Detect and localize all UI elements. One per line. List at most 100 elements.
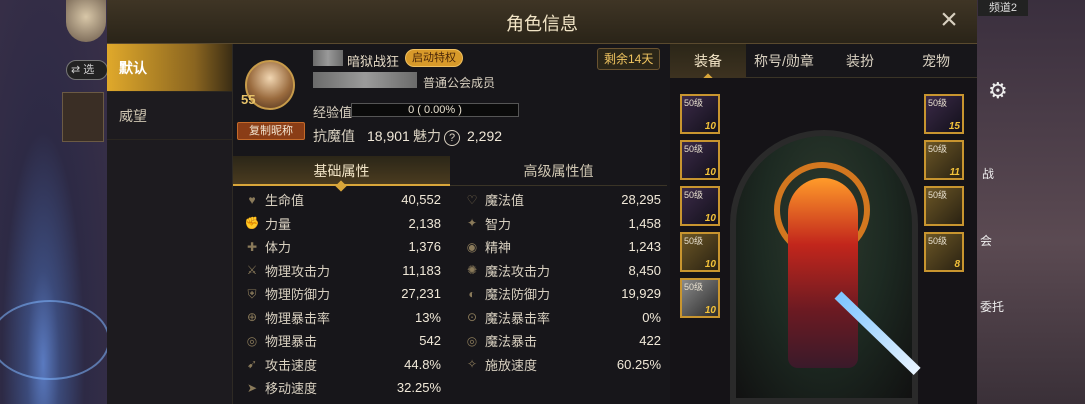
stats-panel: ♥ 生命值 40,552 ✊ 力量 2,138 ✚ 体力 1,376 ⚔ 物理攻击力 11,18… [233,186,667,404]
intelligence-icon: ✦ [466,216,478,231]
resist-label: 抗魔值 [313,128,355,144]
magic-circle [0,300,110,380]
stat-row: ✺ 魔法攻击力 8,450 [453,259,667,283]
help-icon[interactable]: ? [444,130,460,146]
stat-value: 1,243 [628,239,661,255]
nav-item-prestige[interactable]: 威望 [107,92,232,140]
switch-chip[interactable]: ⇄ 选 [66,60,108,80]
charm-value: 2,292 [467,128,503,144]
magic-crit-icon: ◎ [466,333,478,348]
slot-enhance: 10 [704,121,716,132]
stat-label: 生命值 [265,193,305,209]
mana-heart-icon: ♡ [466,192,478,207]
side-book-icon[interactable] [62,92,104,142]
nav-item-default[interactable]: 默认 [107,44,232,92]
stat-row: ⊙ 魔法暴击率 0% [453,306,667,330]
stats-left-column: ♥ 生命值 40,552 ✊ 力量 2,138 ✚ 体力 1,376 ⚔ 物理攻击力 11,18… [233,188,447,400]
right-tag-commission[interactable]: 委托 [980,298,1004,315]
equip-slot-right-1[interactable]: 50级 15 [924,94,964,134]
stat-value: 60.25% [616,356,661,372]
tab-equipment[interactable]: 装备 [670,44,746,85]
tab-basic-stats[interactable]: 基础属性 [233,156,450,192]
copy-name-button[interactable]: 复制昵称 [237,122,305,140]
slot-enhance: 10 [704,213,716,224]
magic-crit-rate-icon: ⊙ [466,310,478,325]
slot-level: 50级 [928,236,948,246]
slot-enhance: 10 [704,305,716,316]
stat-row: ✦ 智力 1,458 [453,212,667,236]
stat-value: 13% [414,309,441,325]
stat-label: 物理防御力 [265,287,331,303]
stat-value: 2,138 [408,215,441,231]
modal-title: 角色信息 [506,14,578,34]
right-scene [973,0,1085,404]
stat-row: ♥ 生命值 40,552 [233,188,447,212]
tab-advanced-stats[interactable]: 高级属性值 [450,156,667,186]
slot-level: 50级 [928,144,948,154]
vitality-icon: ✚ [246,239,258,254]
left-nav: 默认 威望 [107,44,233,404]
crit-rate-icon: ⊕ [246,310,258,325]
stat-value: 32.25% [396,380,441,396]
tab-costume[interactable]: 装扮 [822,44,898,78]
slot-level: 50级 [684,236,704,246]
player-portrait-topleft[interactable] [66,0,106,42]
slot-enhance: 11 [949,167,960,178]
stats-right-column: ♡ 魔法值 28,295 ✦ 智力 1,458 ◉ 精神 1,243 ✺ 魔法攻击力 8,450… [453,188,667,376]
crit-icon: ◎ [246,333,258,348]
tab-titles[interactable]: 称号/勋章 [746,44,822,78]
stat-tabs: 基础属性 高级属性值 [233,156,667,192]
stat-row: ◉ 精神 1,243 [453,235,667,259]
privilege-badge[interactable]: 启动特权 [405,49,463,67]
right-tag-guild[interactable]: 会 [980,232,992,249]
guild-redacted [313,72,417,88]
resist-value: 18,901 [367,128,410,144]
slot-level: 50级 [928,98,948,108]
stat-value: 422 [639,333,661,349]
gear-icon[interactable]: ⚙ [988,78,1008,104]
move-speed-icon: ➤ [246,380,258,395]
stat-row: ◎ 物理暴击 542 [233,329,447,353]
equip-slot-right-4[interactable]: 50级 8 [924,232,964,272]
close-icon[interactable]: × [935,5,963,35]
name-redacted [313,50,343,66]
equip-slot-right-2[interactable]: 50级 11 [924,140,964,180]
stat-label: 魔法值 [485,193,525,209]
equip-slot-right-3[interactable]: 50级 [924,186,964,226]
stat-row: ➤ 移动速度 32.25% [233,376,447,400]
stat-label: 魔法暴击率 [485,310,551,326]
charm-row: 魅力? 2,292 [413,126,502,146]
stat-label: 力量 [265,216,292,232]
stat-value: 28,295 [621,192,661,208]
stat-label: 攻击速度 [265,357,318,373]
slot-enhance: 8 [954,259,960,270]
stat-row: ✧ 施放速度 60.25% [453,353,667,377]
sword-icon: ⚔ [246,263,258,278]
equip-slot-left-5[interactable]: 50级 10 [680,278,720,318]
stat-label: 施放速度 [485,357,538,373]
stat-value: 1,458 [628,215,661,231]
stat-label: 魔法防御力 [485,287,551,303]
stat-value: 11,183 [402,262,441,278]
slot-enhance: 10 [704,259,716,270]
stat-label: 移动速度 [265,381,318,397]
slot-level: 50级 [928,190,948,200]
remaining-days-badge[interactable]: 剩余14天 [597,48,661,70]
stat-row: ⚔ 物理攻击力 11,183 [233,259,447,283]
character-info-modal: 角色信息 × 默认 威望 55 复制昵称 暗狱战狂 启动特权 普通公会成员 经验… [107,0,977,404]
heart-icon: ♥ [248,192,256,207]
equip-slot-left-2[interactable]: 50级 10 [680,140,720,180]
tab-pet[interactable]: 宠物 [898,44,974,78]
stat-row: ♡ 魔法值 28,295 [453,188,667,212]
equip-slot-left-1[interactable]: 50级 10 [680,94,720,134]
channel-label: 频道2 [978,0,1028,16]
stat-label: 魔法暴击 [485,334,538,350]
equip-slot-left-4[interactable]: 50级 10 [680,232,720,272]
right-tag-battle[interactable]: 战 [982,165,994,182]
equip-slot-left-3[interactable]: 50级 10 [680,186,720,226]
stat-value: 542 [419,333,441,349]
slot-enhance: 10 [704,167,716,178]
guild-rank: 普通公会成员 [423,76,496,90]
stat-label: 魔法攻击力 [485,263,551,279]
tab-equipment-label: 装备 [694,53,722,69]
